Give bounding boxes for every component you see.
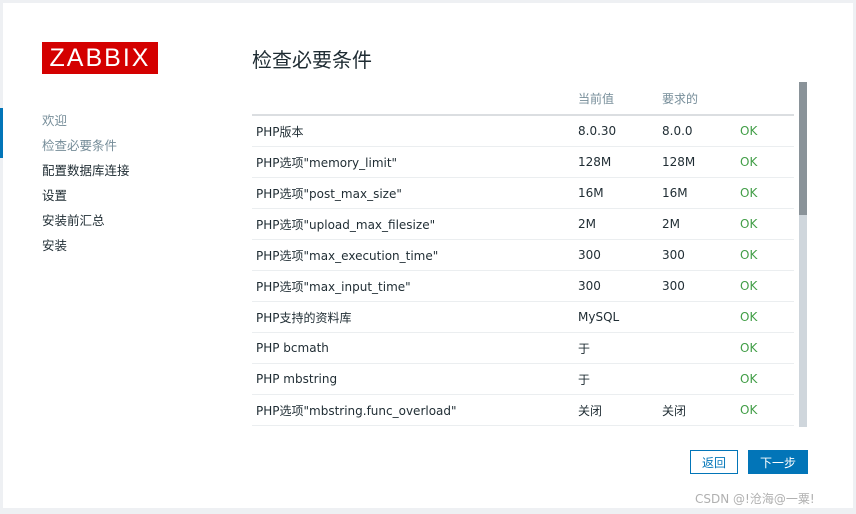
table-row: PHP选项"max_input_time" 300 300 OK (252, 270, 794, 302)
requirement-name: PHP选项"max_input_time" (252, 270, 574, 302)
step-configure-db: 配置数据库连接 (42, 163, 130, 178)
status-ok: OK (736, 363, 794, 395)
requirement-name: PHP bcmath (252, 332, 574, 364)
required-value: 300 (658, 239, 736, 271)
header-status (736, 82, 794, 116)
current-value: MySQL (574, 301, 658, 333)
status-ok: OK (736, 208, 794, 240)
requirement-name: PHP选项"memory_limit" (252, 146, 574, 178)
table-row: PHP mbstring 于 OK (252, 363, 794, 395)
required-value: 2M (658, 208, 736, 240)
current-value: 2M (574, 208, 658, 240)
required-value: 128M (658, 146, 736, 178)
setup-steps: 欢迎 检查必要条件 配置数据库连接 设置 安装前汇总 安装 (0, 108, 200, 258)
current-value: 128M (574, 146, 658, 178)
requirement-name: PHP版本 (252, 115, 574, 147)
requirement-name: PHP选项"upload_max_filesize" (252, 208, 574, 240)
current-value: 16M (574, 177, 658, 209)
current-value: 关闭 (574, 394, 658, 426)
table-row: PHP选项"memory_limit" 128M 128M OK (252, 146, 794, 178)
required-value: 16M (658, 177, 736, 209)
current-value: 于 (574, 332, 658, 364)
required-value (658, 332, 736, 364)
current-value: 300 (574, 239, 658, 271)
status-ok: OK (736, 394, 794, 426)
requirement-name: PHP gd (252, 425, 574, 427)
step-settings: 设置 (42, 188, 68, 203)
header-name (252, 82, 574, 116)
table-row: PHP bcmath 于 OK (252, 332, 794, 364)
table-row: PHP选项"mbstring.func_overload" 关闭 关闭 OK (252, 394, 794, 426)
step-check-prerequisites: 检查必要条件 (42, 138, 118, 153)
requirement-name: PHP选项"post_max_size" (252, 177, 574, 209)
table-scrollbar[interactable] (799, 82, 807, 427)
required-value (658, 363, 736, 395)
zabbix-logo: ZABBIX (42, 42, 158, 74)
status-ok: OK (736, 301, 794, 333)
requirement-name: PHP选项"max_execution_time" (252, 239, 574, 271)
required-value (658, 425, 736, 427)
current-value: 300 (574, 270, 658, 302)
current-value: 于 (574, 363, 658, 395)
header-current-value: 当前值 (574, 82, 658, 116)
table-header-row: 当前值 要求的 (252, 82, 794, 116)
watermark: CSDN @!沧海@一粟! (695, 492, 815, 506)
required-value: 关闭 (658, 394, 736, 426)
required-value: 300 (658, 270, 736, 302)
next-button[interactable]: 下一步 (748, 450, 808, 474)
table-row: PHP gd于 OK (252, 425, 794, 427)
status-ok: OK (736, 177, 794, 209)
header-required: 要求的 (658, 82, 736, 116)
required-value: 8.0.0 (658, 115, 736, 147)
prerequisites-table: 当前值 要求的 PHP版本 8.0.30 8.0.0 OK PHP选项"memory_l… (252, 82, 794, 427)
table-row: PHP选项"post_max_size" 16M 16M OK (252, 177, 794, 209)
status-ok: OK (736, 332, 794, 364)
status-ok: OK (736, 115, 794, 147)
table-row: PHP支持的资料库 MySQL OK (252, 301, 794, 333)
requirement-name: PHP选项"mbstring.func_overload" (252, 394, 574, 426)
table-row: PHP选项"upload_max_filesize" 2M 2M OK (252, 208, 794, 240)
step-welcome: 欢迎 (42, 113, 68, 128)
back-button[interactable]: 返回 (690, 450, 738, 474)
table-row: PHP版本 8.0.30 8.0.0 OK (252, 115, 794, 147)
table-row: PHP选项"max_execution_time" 300 300 OK (252, 239, 794, 271)
prerequisites-table-container[interactable]: 当前值 要求的 PHP版本 8.0.30 8.0.0 OK PHP选项"memory_l… (252, 82, 807, 427)
step-install: 安装 (42, 238, 68, 253)
current-value: 于 (574, 425, 658, 427)
scrollbar-thumb[interactable] (799, 82, 807, 215)
status-ok: OK (736, 425, 794, 427)
page-title: 检查必要条件 (252, 48, 372, 72)
current-value: 8.0.30 (574, 115, 658, 147)
requirement-name: PHP mbstring (252, 363, 574, 395)
status-ok: OK (736, 146, 794, 178)
status-ok: OK (736, 239, 794, 271)
requirement-name: PHP支持的资料库 (252, 301, 574, 333)
step-pre-install-summary: 安装前汇总 (42, 213, 105, 228)
status-ok: OK (736, 270, 794, 302)
required-value (658, 301, 736, 333)
